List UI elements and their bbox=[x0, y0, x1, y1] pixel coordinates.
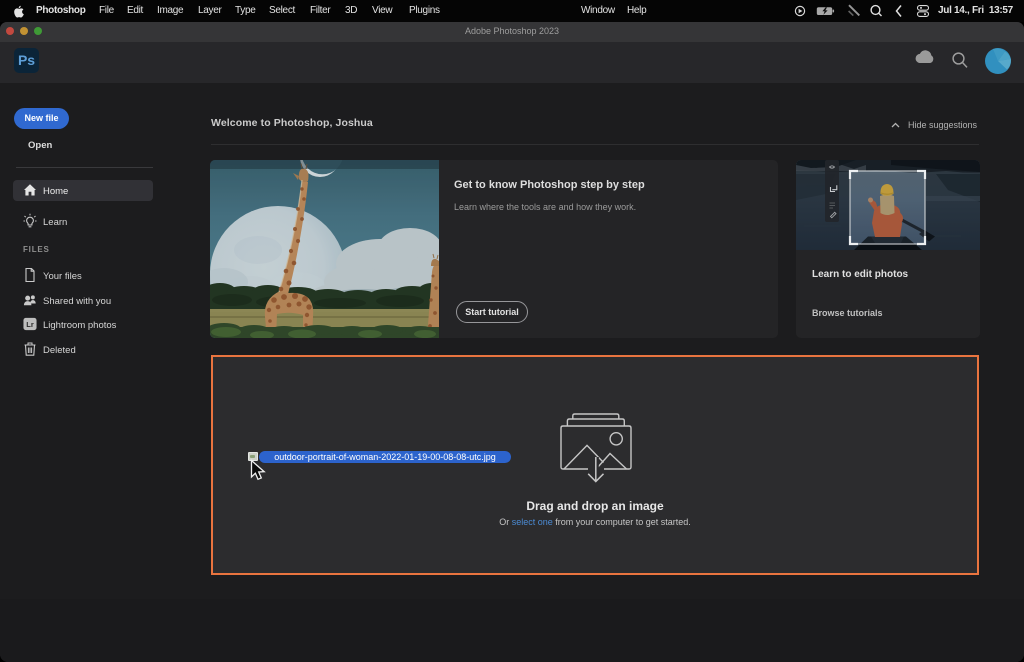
svg-text:Lr: Lr bbox=[26, 320, 34, 329]
